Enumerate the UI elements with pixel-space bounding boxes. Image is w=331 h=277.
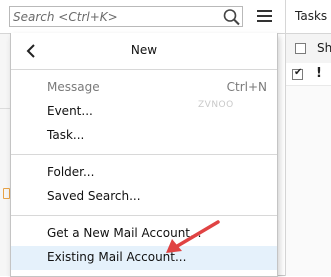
task-checkbox[interactable]: ✔ (292, 67, 303, 80)
menu-item-task[interactable]: Task... (11, 124, 277, 148)
menu-item-label: Saved Search... (47, 189, 141, 203)
rss-icon (3, 188, 10, 199)
menu-item-label: Folder... (47, 165, 95, 179)
checkmark-icon: ✔ (294, 67, 303, 78)
tab-tasks[interactable]: Tasks (286, 0, 331, 34)
red-pointer-arrow-icon (160, 218, 222, 258)
select-all-checkbox[interactable] (295, 43, 306, 54)
search-icon[interactable] (222, 8, 242, 26)
new-submenu-popup: New Message Ctrl+N Event... Task... Fold… (10, 33, 278, 277)
menu-item-label: Task... (47, 128, 85, 142)
search-box[interactable] (9, 6, 243, 27)
menu-item-folder[interactable]: Folder... (11, 161, 277, 185)
menu-item-shortcut: Ctrl+N (226, 80, 267, 94)
watermark: ZVNOO (198, 100, 234, 110)
menu-item-existing-mail-account[interactable]: Existing Mail Account... (11, 246, 277, 270)
toolbar (0, 0, 285, 34)
hamburger-menu-icon[interactable] (255, 5, 275, 27)
menu-separator (11, 69, 277, 70)
menu-header: New (11, 33, 277, 69)
menu-item-message[interactable]: Message Ctrl+N (11, 76, 277, 100)
menu-separator (11, 215, 277, 216)
menu-item-saved-search[interactable]: Saved Search... (11, 185, 277, 209)
menu-separator (11, 154, 277, 155)
task-row[interactable]: ✔ ! (286, 63, 331, 86)
menu-item-event[interactable]: Event... (11, 100, 277, 124)
task-list-header: Sh (286, 34, 331, 64)
priority-icon: ! (316, 66, 322, 81)
menu-title: New (130, 43, 158, 57)
menu-item-label: Event... (47, 104, 93, 118)
left-pane-edge (0, 34, 10, 276)
tasks-pane: Tasks Sh ✔ ! (285, 0, 331, 276)
menu-item-get-new-mail-account[interactable]: Get a New Mail Account... (11, 222, 277, 246)
tasks-tab-label: Tasks (295, 9, 328, 23)
search-input[interactable] (13, 8, 209, 26)
task-header-label: Sh (317, 41, 331, 55)
menu-item-label: Message (47, 80, 100, 94)
divider (0, 108, 10, 109)
